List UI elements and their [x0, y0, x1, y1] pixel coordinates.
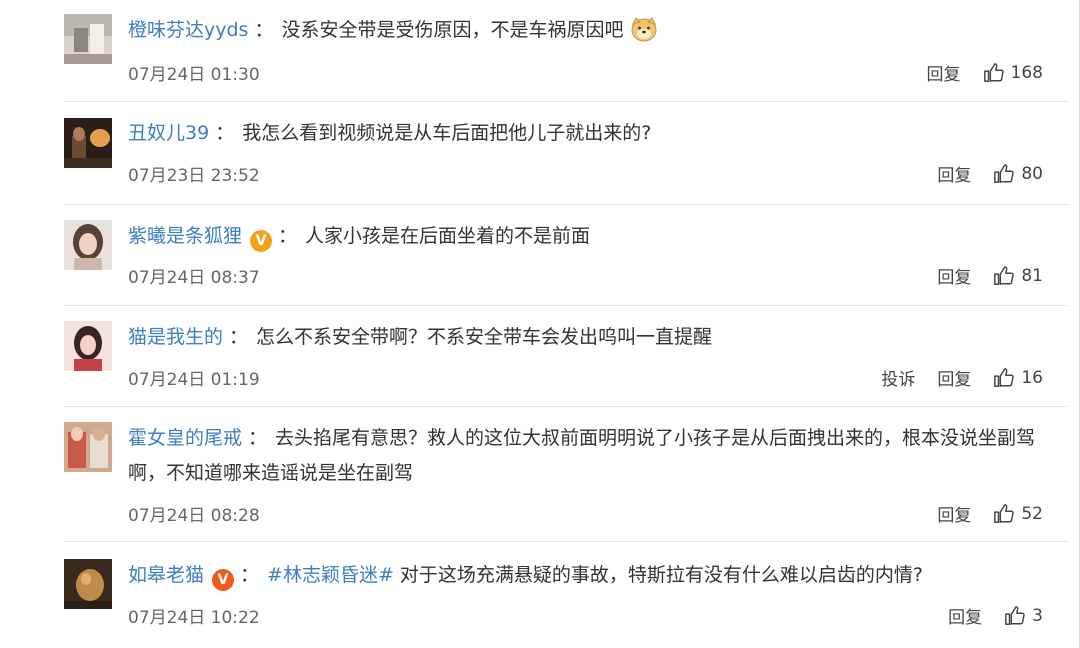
comment-text: 去头掐尾有意思？救人的这位大叔前面明明说了小孩子是从后面拽出来的，根本没说坐副驾	[275, 427, 1036, 449]
comment-text-continued: 啊，不知道哪来造谣说是坐在副驾	[128, 462, 414, 484]
comment-time: 07月24日 10:22	[128, 608, 260, 628]
username-link[interactable]: 霍女皇的尾戒	[128, 427, 242, 449]
like-button[interactable]: 168	[983, 62, 1043, 84]
verified-badge-icon: V	[212, 569, 235, 591]
comment-item: 如皋老猫 V： #林志颖昏迷# 对于这场充满悬疑的事故，特斯拉有没有什么难以启齿的内情…	[64, 543, 1069, 648]
like-count: 3	[1032, 605, 1043, 626]
comment-line: 霍女皇的尾戒 ： 去头掐尾有意思？救人的这位大叔前面明明说了小孩子是从后面拽出来的，…	[128, 422, 1059, 454]
comment-list: 橙味芬达yyds ： 没系安全带是受伤原因，不是车祸原因吧 07月24日 01:30…	[0, 0, 1080, 648]
like-button[interactable]: 3	[1004, 605, 1043, 627]
thumbs-up-icon	[994, 265, 1015, 285]
comment-text: 人家小孩是在后面坐着的不是前面	[305, 225, 591, 247]
avatar[interactable]	[64, 422, 112, 472]
comment-text: 没系安全带是受伤原因，不是车祸原因吧	[281, 19, 624, 41]
thumbs-up-icon	[994, 163, 1015, 183]
comment-actions: 投诉 回复 16	[881, 365, 1043, 391]
comment-time: 07月24日 01:19	[128, 370, 260, 390]
comment-item: 霍女皇的尾戒 ： 去头掐尾有意思？救人的这位大叔前面明明说了小孩子是从后面拽出来的，…	[64, 408, 1069, 542]
comment-line: 橙味芬达yyds ： 没系安全带是受伤原因，不是车祸原因吧	[128, 14, 1059, 46]
dog-face-emoji-icon	[630, 16, 658, 42]
thumbs-up-icon	[994, 367, 1015, 387]
like-count: 52	[1021, 503, 1043, 524]
avatar[interactable]	[64, 559, 112, 609]
reply-button[interactable]: 回复	[937, 161, 971, 186]
username-link[interactable]: 橙味芬达yyds	[128, 19, 248, 41]
thumbs-up-icon	[983, 62, 1004, 82]
comment-item: 紫曦是条狐狸 V： 人家小孩是在后面坐着的不是前面 07月24日 08:37 回复 …	[64, 206, 1069, 306]
comment-actions: 回复 168	[927, 60, 1043, 86]
comment-time: 07月24日 01:30	[128, 65, 260, 85]
colon: ：	[229, 326, 249, 348]
like-button[interactable]: 80	[993, 163, 1043, 185]
reply-button[interactable]: 回复	[937, 365, 971, 390]
like-button[interactable]: 52	[993, 503, 1043, 525]
comment-item: 猫是我生的 ： 怎么不系安全带啊？不系安全带车会发出呜叫一直提醒 07月24日 01…	[64, 307, 1069, 407]
reply-button[interactable]: 回复	[937, 263, 971, 288]
verified-badge-icon: V	[250, 230, 273, 252]
comment-text: 对于这场充满悬疑的事故，特斯拉有没有什么难以启齿的内情?	[399, 564, 923, 586]
colon: ：	[240, 564, 260, 586]
comment-item: 丑奴儿39 ： 我怎么看到视频说是从车后面把他儿子就出来的? 07月23日 23:5…	[64, 103, 1069, 205]
comment-text: 怎么不系安全带啊？不系安全带车会发出呜叫一直提醒	[256, 326, 713, 348]
reply-button[interactable]: 回复	[948, 603, 982, 628]
comment-actions: 回复 3	[948, 603, 1043, 629]
avatar[interactable]	[64, 321, 112, 371]
topic-hashtag-link[interactable]: #林志颖昏迷#	[267, 564, 394, 586]
reply-button[interactable]: 回复	[937, 501, 971, 526]
colon: ：	[278, 225, 298, 247]
comment-line: 如皋老猫 V： #林志颖昏迷# 对于这场充满悬疑的事故，特斯拉有没有什么难以启齿的内情…	[128, 559, 1059, 591]
comment-time: 07月24日 08:37	[128, 268, 260, 288]
avatar[interactable]	[64, 118, 112, 168]
comment-item: 橙味芬达yyds ： 没系安全带是受伤原因，不是车祸原因吧 07月24日 01:30…	[64, 14, 1069, 102]
colon: ：	[215, 122, 235, 144]
username-link[interactable]: 猫是我生的	[128, 326, 223, 348]
comment-line: 猫是我生的 ： 怎么不系安全带啊？不系安全带车会发出呜叫一直提醒	[128, 321, 1059, 353]
thumbs-up-icon	[1005, 605, 1025, 625]
comment-line: 丑奴儿39 ： 我怎么看到视频说是从车后面把他儿子就出来的?	[128, 117, 1059, 149]
report-button[interactable]: 投诉	[881, 365, 915, 390]
like-count: 80	[1021, 163, 1043, 184]
reply-button[interactable]: 回复	[927, 60, 961, 85]
like-button[interactable]: 16	[993, 367, 1043, 389]
like-count: 168	[1010, 62, 1043, 83]
username-link[interactable]: 如皋老猫	[128, 564, 204, 586]
comment-text: 我怎么看到视频说是从车后面把他儿子就出来的?	[242, 122, 652, 144]
colon: ：	[248, 427, 268, 449]
comment-actions: 回复 81	[937, 263, 1043, 289]
comment-line: 紫曦是条狐狸 V： 人家小孩是在后面坐着的不是前面	[128, 220, 1059, 252]
like-count: 81	[1021, 265, 1043, 286]
like-button[interactable]: 81	[993, 265, 1043, 287]
comment-actions: 回复 52	[937, 501, 1043, 527]
username-link[interactable]: 紫曦是条狐狸	[128, 225, 242, 247]
thumbs-up-icon	[994, 503, 1015, 523]
comment-actions: 回复 80	[937, 161, 1043, 187]
avatar[interactable]	[64, 14, 112, 64]
comment-time: 07月23日 23:52	[128, 166, 260, 186]
username-link[interactable]: 丑奴儿39	[128, 122, 209, 144]
comment-time: 07月24日 08:28	[128, 506, 260, 526]
colon: ：	[254, 19, 274, 41]
like-count: 16	[1021, 367, 1043, 388]
avatar[interactable]	[64, 220, 112, 270]
